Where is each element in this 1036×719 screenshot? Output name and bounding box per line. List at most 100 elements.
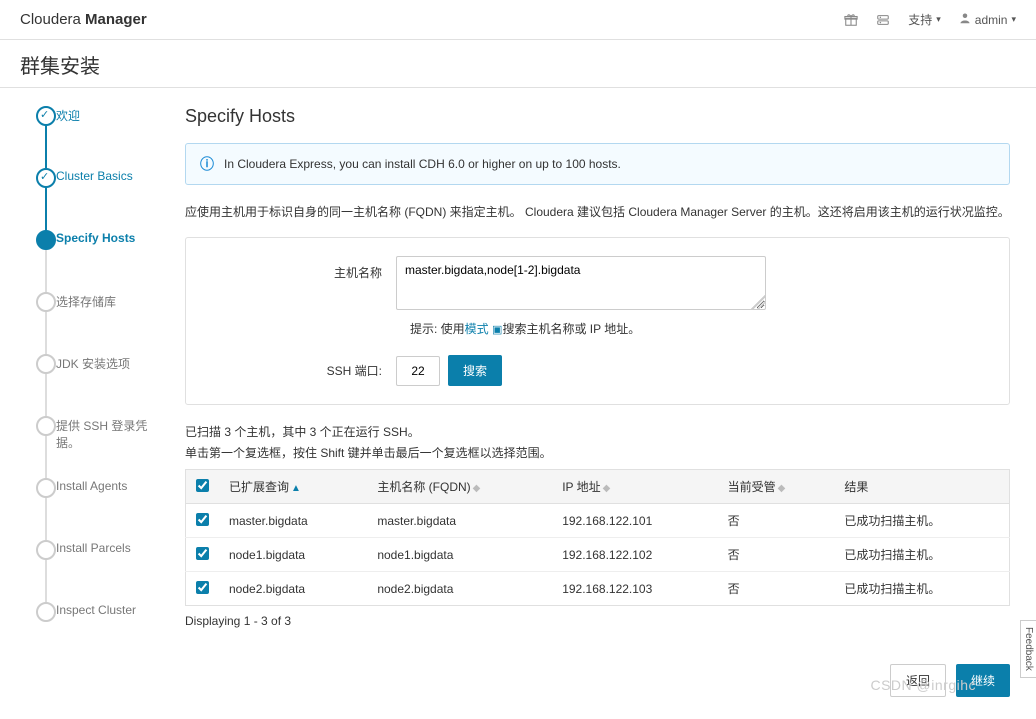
- cell-ip: 192.168.122.103: [552, 572, 717, 606]
- user-icon: [959, 12, 971, 27]
- hint-text: 提示: 使用模式 ▣搜索主机名称或 IP 地址。: [410, 320, 991, 337]
- hint-suffix: 搜索主机名称或 IP 地址。: [502, 322, 640, 336]
- hosts-table: 已扩展查询▲ 主机名称 (FQDN)◆ IP 地址◆ 当前受管◆ 结果 mast…: [185, 469, 1010, 606]
- scan-summary-line2: 单击第一个复选框，按住 Shift 键并单击最后一个复选框以选择范围。: [185, 444, 1010, 461]
- ssh-row: SSH 端口: 搜索: [276, 355, 991, 386]
- info-banner: ⓘ In Cloudera Express, you can install C…: [185, 143, 1010, 185]
- cell-fqdn: node1.bigdata: [367, 538, 552, 572]
- brand-bold: Manager: [85, 11, 147, 28]
- cell-ip: 192.168.122.101: [552, 504, 717, 538]
- step-label: 选择存储库: [56, 292, 116, 310]
- step-label: 欢迎: [56, 106, 80, 124]
- cell-fqdn: node2.bigdata: [367, 572, 552, 606]
- wizard-step-4[interactable]: JDK 安装选项: [28, 354, 160, 416]
- app-header: Cloudera Manager 支持 ▾ admin ▾: [0, 0, 1036, 40]
- cell-managed: 否: [718, 504, 835, 538]
- step-label: Specify Hosts: [56, 230, 135, 245]
- hostnames-label: 主机名称: [276, 256, 396, 281]
- sort-icon: ◆: [603, 483, 611, 494]
- pattern-link[interactable]: 模式: [465, 322, 489, 336]
- cell-query: master.bigdata: [219, 504, 367, 538]
- step-label: Install Parcels: [56, 540, 131, 555]
- search-button[interactable]: 搜索: [448, 355, 502, 386]
- wizard-steps: ✓ 欢迎 ✓ Cluster Basics Specify Hosts 选择存储库 JDK …: [28, 106, 160, 632]
- content: ✓ 欢迎 ✓ Cluster Basics Specify Hosts 选择存储库 JDK …: [0, 88, 1036, 719]
- ssh-port-input[interactable]: [396, 356, 440, 386]
- col-fqdn[interactable]: 主机名称 (FQDN)◆: [367, 470, 552, 504]
- scan-summary-line1: 已扫描 3 个主机，其中 3 个正在运行 SSH。: [185, 423, 1010, 440]
- brand: Cloudera Manager: [20, 11, 147, 28]
- info-banner-text: In Cloudera Express, you can install CDH…: [224, 157, 621, 171]
- chevron-down-icon: ▾: [1011, 14, 1016, 25]
- host-form: 主机名称 提示: 使用模式 ▣搜索主机名称或 IP 地址。 SSH 端口: 搜索: [185, 237, 1010, 405]
- gift-icon[interactable]: [844, 13, 858, 27]
- section-title: Specify Hosts: [185, 106, 1010, 127]
- row-checkbox[interactable]: [196, 547, 209, 560]
- step-label: Cluster Basics: [56, 168, 133, 183]
- wizard-step-1[interactable]: ✓ Cluster Basics: [28, 168, 160, 230]
- table-footer: Displaying 1 - 3 of 3: [185, 614, 1010, 628]
- table-row: node2.bigdatanode2.bigdata192.168.122.10…: [186, 572, 1010, 606]
- wizard-step-3[interactable]: 选择存储库: [28, 292, 160, 354]
- hostnames-input[interactable]: [396, 256, 766, 310]
- check-icon: ✓: [40, 108, 49, 121]
- table-row: master.bigdatamaster.bigdata192.168.122.…: [186, 504, 1010, 538]
- step-label: 提供 SSH 登录凭据。: [56, 416, 160, 451]
- wizard-step-0[interactable]: ✓ 欢迎: [28, 106, 160, 168]
- sort-icon: ◆: [473, 483, 481, 494]
- select-all-checkbox[interactable]: [196, 479, 209, 492]
- step-label: Install Agents: [56, 478, 127, 493]
- cell-query: node2.bigdata: [219, 572, 367, 606]
- col-ip-label: IP 地址: [562, 480, 600, 494]
- col-query-label: 已扩展查询: [229, 480, 289, 494]
- user-menu[interactable]: admin ▾: [959, 12, 1016, 27]
- support-menu[interactable]: 支持 ▾: [908, 11, 941, 28]
- row-checkbox[interactable]: [196, 581, 209, 594]
- col-managed[interactable]: 当前受管◆: [718, 470, 835, 504]
- wizard-step-2[interactable]: Specify Hosts: [28, 230, 160, 292]
- sort-asc-icon: ▲: [291, 483, 301, 494]
- description-text: 应使用主机用于标识自身的同一主机名称 (FQDN) 来指定主机。 Clouder…: [185, 203, 1010, 221]
- server-icon[interactable]: [876, 13, 890, 27]
- header-right: 支持 ▾ admin ▾: [844, 11, 1016, 28]
- cell-query: node1.bigdata: [219, 538, 367, 572]
- col-ip[interactable]: IP 地址◆: [552, 470, 717, 504]
- user-label: admin: [975, 13, 1008, 27]
- sort-icon: ◆: [778, 483, 786, 494]
- cell-result: 已成功扫描主机。: [834, 504, 1009, 538]
- ssh-port-label: SSH 端口:: [276, 362, 396, 379]
- wizard-step-6[interactable]: Install Agents: [28, 478, 160, 540]
- cell-result: 已成功扫描主机。: [834, 538, 1009, 572]
- chevron-down-icon: ▾: [936, 14, 941, 25]
- popout-icon[interactable]: ▣: [492, 324, 502, 336]
- main-panel: Specify Hosts ⓘ In Cloudera Express, you…: [170, 88, 1036, 719]
- table-header-row: 已扩展查询▲ 主机名称 (FQDN)◆ IP 地址◆ 当前受管◆ 结果: [186, 470, 1010, 504]
- step-label: JDK 安装选项: [56, 354, 130, 372]
- col-managed-label: 当前受管: [728, 480, 776, 494]
- hostnames-row: 主机名称: [276, 256, 991, 310]
- col-fqdn-label: 主机名称 (FQDN): [377, 480, 470, 494]
- check-icon: ✓: [40, 170, 49, 183]
- info-icon: ⓘ: [200, 154, 214, 174]
- feedback-tab[interactable]: Feedback: [1020, 620, 1036, 678]
- col-result: 结果: [834, 470, 1009, 504]
- wizard-step-5[interactable]: 提供 SSH 登录凭据。: [28, 416, 160, 478]
- col-result-label: 结果: [844, 480, 868, 494]
- hint-prefix: 提示: 使用: [410, 322, 465, 336]
- continue-button[interactable]: 继续: [956, 664, 1010, 697]
- wizard-sidebar: ✓ 欢迎 ✓ Cluster Basics Specify Hosts 选择存储库 JDK …: [0, 88, 170, 719]
- footer-bar: 返回 继续: [890, 664, 1010, 697]
- table-row: node1.bigdatanode1.bigdata192.168.122.10…: [186, 538, 1010, 572]
- page-title: 群集安装: [0, 40, 1036, 88]
- step-label: Inspect Cluster: [56, 602, 136, 617]
- wizard-step-7[interactable]: Install Parcels: [28, 540, 160, 602]
- back-button[interactable]: 返回: [890, 664, 946, 697]
- brand-prefix: Cloudera: [20, 11, 85, 28]
- wizard-step-8[interactable]: Inspect Cluster: [28, 602, 160, 632]
- cell-result: 已成功扫描主机。: [834, 572, 1009, 606]
- col-query[interactable]: 已扩展查询▲: [219, 470, 367, 504]
- cell-managed: 否: [718, 572, 835, 606]
- cell-fqdn: master.bigdata: [367, 504, 552, 538]
- cell-ip: 192.168.122.102: [552, 538, 717, 572]
- row-checkbox[interactable]: [196, 513, 209, 526]
